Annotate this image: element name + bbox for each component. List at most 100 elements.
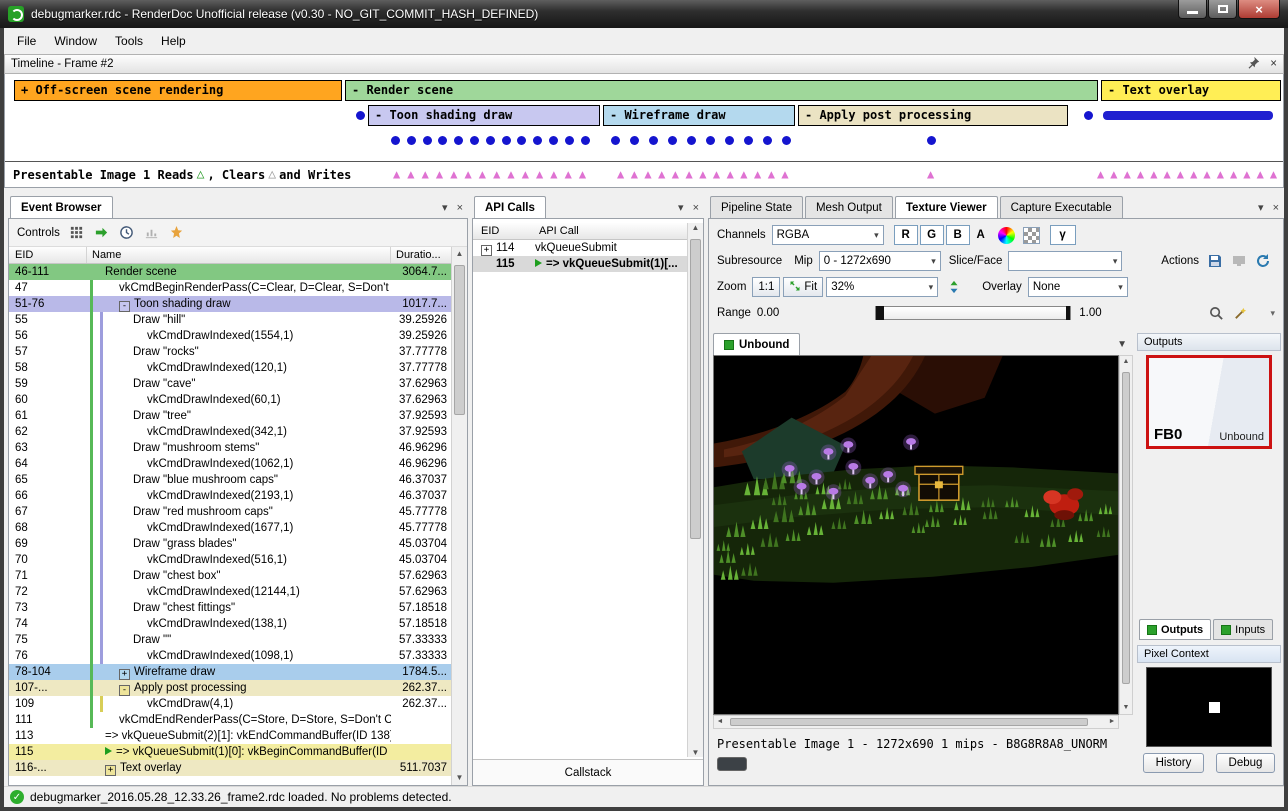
expander-icon[interactable]: -	[119, 685, 130, 696]
event-row[interactable]: 71Draw "chest box"57.62963	[9, 568, 451, 584]
event-row[interactable]: 73Draw "chest fittings"57.18518	[9, 600, 451, 616]
scroll-thumb[interactable]	[690, 239, 701, 539]
write-marker-icon[interactable]: ▲	[1270, 166, 1277, 182]
write-marker-icon[interactable]: ▲	[393, 166, 400, 182]
event-browser-menu-icon[interactable]: ▾	[442, 201, 448, 214]
draw-marker-dot[interactable]	[423, 136, 432, 145]
column-duration[interactable]: Duratio...	[391, 247, 451, 263]
event-row[interactable]: 57Draw "rocks"37.77778	[9, 344, 451, 360]
event-table-header[interactable]: EID Name Duratio...	[9, 247, 451, 264]
range-slider[interactable]	[875, 306, 1071, 320]
scroll-down-icon[interactable]: ▼	[688, 748, 703, 757]
time-clock-icon[interactable]	[118, 224, 135, 241]
event-row[interactable]: 68vkCmdDrawIndexed(1677,1)45.77778	[9, 520, 451, 536]
scroll-right-icon[interactable]: ►	[1106, 716, 1118, 728]
write-marker-icon[interactable]: ▲	[672, 166, 679, 182]
tab-inputs[interactable]: Inputs	[1213, 619, 1273, 640]
scroll-thumb[interactable]	[454, 265, 465, 415]
timeline-bar-postprocess[interactable]: - Apply post processing	[798, 105, 1068, 126]
event-row[interactable]: 74vkCmdDrawIndexed(138,1)57.18518	[9, 616, 451, 632]
expander-icon[interactable]: -	[119, 301, 130, 312]
column-eid[interactable]: EID	[473, 225, 535, 237]
event-row[interactable]: 56vkCmdDrawIndexed(1554,1)39.25926	[9, 328, 451, 344]
write-marker-icon[interactable]: ▲	[686, 166, 693, 182]
event-row[interactable]: 75Draw ""57.33333	[9, 632, 451, 648]
range-max-handle[interactable]	[1066, 306, 1070, 320]
write-marker-icon[interactable]: ▲	[493, 166, 500, 182]
column-apicall[interactable]: API Call	[535, 225, 687, 237]
write-marker-icon[interactable]: ▲	[727, 166, 734, 182]
write-marker-icon[interactable]: ▲	[781, 166, 788, 182]
timeline-bar-text-overlay[interactable]: - Text overlay	[1101, 80, 1281, 101]
event-browser-scrollbar[interactable]: ▲ ▼	[451, 247, 467, 785]
write-marker-icon[interactable]: ▲	[1177, 166, 1184, 182]
scroll-down-icon[interactable]: ▼	[1120, 702, 1132, 714]
event-browser-close-icon[interactable]: ×	[457, 202, 463, 214]
history-button[interactable]: History	[1143, 753, 1205, 773]
api-calls-scrollbar[interactable]: ▲ ▼	[687, 223, 703, 757]
write-marker-icon[interactable]: ▲	[1150, 166, 1157, 182]
scroll-down-icon[interactable]: ▼	[452, 771, 467, 785]
channel-r-button[interactable]: R	[894, 225, 918, 245]
draw-marker-dot[interactable]	[581, 136, 590, 145]
chevron-down-icon[interactable]: ▾	[1270, 308, 1275, 319]
draw-marker-dot[interactable]	[927, 136, 936, 145]
debug-button[interactable]: Debug	[1216, 753, 1276, 773]
close-button[interactable]: ×	[1238, 0, 1280, 19]
alpha-checker-icon[interactable]	[1023, 227, 1040, 244]
write-marker-icon[interactable]: ▲	[550, 166, 557, 182]
magnifier-icon[interactable]	[1206, 303, 1226, 323]
event-row[interactable]: 64vkCmdDrawIndexed(1062,1)46.96296	[9, 456, 451, 472]
draw-marker-dot[interactable]	[763, 136, 772, 145]
tab-mesh-output[interactable]: Mesh Output	[805, 196, 893, 218]
draw-marker-dot[interactable]	[630, 136, 639, 145]
scroll-up-icon[interactable]: ▲	[688, 223, 703, 232]
draw-marker-dot[interactable]	[1084, 111, 1093, 120]
write-marker-icon[interactable]: ▲	[479, 166, 486, 182]
event-row[interactable]: 76vkCmdDrawIndexed(1098,1)57.33333	[9, 648, 451, 664]
draw-marker-dot[interactable]	[438, 136, 447, 145]
event-row[interactable]: 115=> vkQueueSubmit(1)[0]: vkBeginComman…	[9, 744, 451, 760]
draw-marker-dot[interactable]	[565, 136, 574, 145]
refresh-icon[interactable]	[1253, 251, 1273, 271]
event-row[interactable]: 58vkCmdDrawIndexed(120,1)37.77778	[9, 360, 451, 376]
menu-tools[interactable]: Tools	[106, 30, 152, 52]
event-row[interactable]: 65Draw "blue mushroom caps"46.37037	[9, 472, 451, 488]
gamma-button[interactable]: γ	[1050, 225, 1076, 245]
draw-marker-dot[interactable]	[502, 136, 511, 145]
display-icon[interactable]	[1229, 251, 1249, 271]
write-marker-icon[interactable]: ▲	[658, 166, 665, 182]
write-marker-icon[interactable]: ▲	[1230, 166, 1237, 182]
filter-grid-icon[interactable]	[68, 224, 85, 241]
event-row[interactable]: 116-...+Text overlay511.7037	[9, 760, 451, 776]
draw-marker-dot[interactable]	[725, 136, 734, 145]
column-name[interactable]: Name	[87, 247, 391, 263]
maximize-button[interactable]	[1208, 0, 1237, 19]
channel-b-button[interactable]: B	[946, 225, 970, 245]
timeline-text-overlay-track[interactable]	[1103, 111, 1273, 120]
api-table-header[interactable]: EID API Call	[473, 223, 687, 240]
scroll-up-icon[interactable]: ▲	[452, 247, 467, 261]
texture-viewport[interactable]	[713, 355, 1119, 715]
column-eid[interactable]: EID	[9, 247, 87, 263]
goto-arrow-icon[interactable]	[93, 224, 110, 241]
tab-event-browser[interactable]: Event Browser	[10, 196, 113, 218]
write-marker-icon[interactable]: ▲	[927, 166, 934, 182]
event-row[interactable]: 111vkCmdEndRenderPass(C=Store, D=Store, …	[9, 712, 451, 728]
texture-viewer-menu-icon[interactable]: ▾	[1258, 201, 1264, 214]
write-marker-icon[interactable]: ▲	[465, 166, 472, 182]
event-row[interactable]: 67Draw "red mushroom caps"45.77778	[9, 504, 451, 520]
draw-marker-dot[interactable]	[706, 136, 715, 145]
write-marker-icon[interactable]: ▲	[1203, 166, 1210, 182]
timeline-bar-wireframe[interactable]: - Wireframe draw	[603, 105, 795, 126]
event-row[interactable]: 72vkCmdDrawIndexed(12144,1)57.62963	[9, 584, 451, 600]
write-marker-icon[interactable]: ▲	[436, 166, 443, 182]
event-row[interactable]: 61Draw "tree"37.92593	[9, 408, 451, 424]
menu-file[interactable]: File	[8, 30, 45, 52]
event-row[interactable]: 47vkCmdBeginRenderPass(C=Clear, D=Clear,…	[9, 280, 451, 296]
channel-g-button[interactable]: G	[920, 225, 944, 245]
draw-marker-dot[interactable]	[782, 136, 791, 145]
event-row[interactable]: 55Draw "hill"39.25926	[9, 312, 451, 328]
draw-marker-dot[interactable]	[533, 136, 542, 145]
draw-marker-dot[interactable]	[687, 136, 696, 145]
